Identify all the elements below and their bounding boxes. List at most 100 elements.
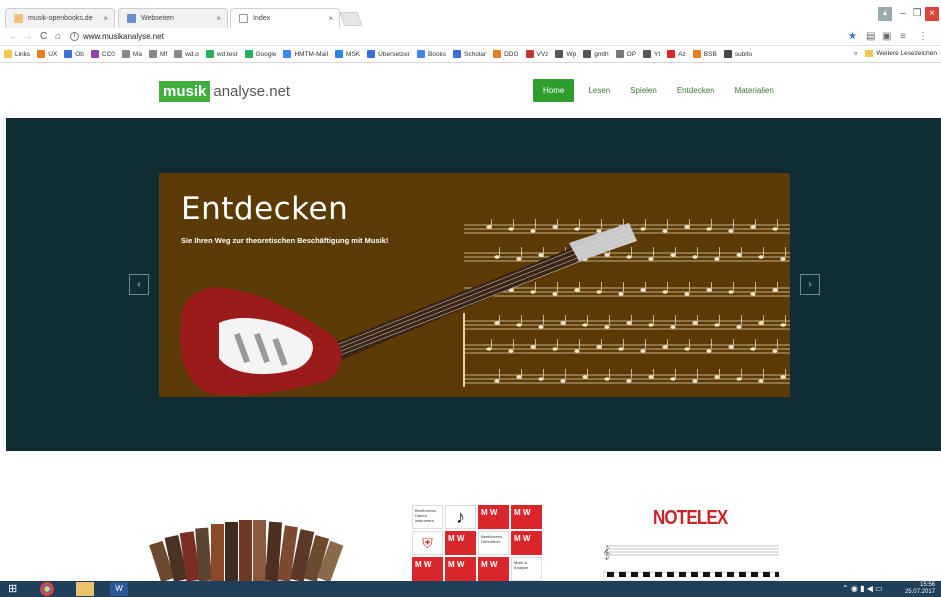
bookmarks-more-button[interactable]: » [854, 50, 858, 57]
close-icon[interactable]: × [103, 14, 108, 23]
bookmark-item[interactable]: Wp [555, 50, 576, 58]
site-favicon-icon [14, 14, 23, 23]
tile-text[interactable]: Motiv & Analyse [511, 557, 542, 581]
carousel-prev-button[interactable]: ‹ [129, 274, 149, 295]
user-icon[interactable]: ▲ [878, 7, 892, 21]
bookmark-star-icon[interactable]: ★ [848, 31, 857, 43]
bookmark-item[interactable]: Ma [121, 50, 142, 58]
materials-tiles[interactable]: Beethovens Hauen instrument ♪ M W M W ⛨ … [412, 505, 543, 581]
books-image[interactable] [145, 512, 355, 581]
word-icon[interactable]: W [110, 582, 128, 596]
tile-mw[interactable]: M W [412, 557, 443, 581]
bookmark-label: Google [255, 50, 277, 58]
bookmark-favicon-icon [555, 50, 564, 58]
bookmark-item[interactable]: Mf [148, 50, 167, 58]
bookmark-item[interactable]: CC0 [90, 50, 115, 58]
tile-text[interactable]: Beethovens Hauen instrument [412, 505, 443, 529]
bookmark-item[interactable]: Übersetzer [367, 50, 410, 58]
bookmark-favicon-icon [174, 50, 183, 58]
home-icon[interactable]: ⌂ [55, 30, 61, 44]
bookmark-item[interactable]: subito [723, 50, 752, 58]
tab-strip: musik-openbooks.de × Webseiten × Index ×… [0, 0, 941, 28]
extension-icon[interactable]: ≡ [900, 31, 906, 43]
bookmarks-right: » Weitere Lesezeichen [854, 50, 937, 57]
tile-mw[interactable]: M W [511, 505, 542, 529]
nav-materialien[interactable]: Materialien [735, 79, 774, 102]
bookmark-item[interactable]: Az [667, 50, 686, 58]
bookmark-item[interactable]: MSK [335, 50, 360, 58]
piano-icon[interactable]: ♪ [445, 505, 476, 529]
bookmark-item[interactable]: OP [615, 50, 636, 58]
bookmark-item[interactable]: Yt [643, 50, 660, 58]
bookmark-item[interactable]: BSB [692, 50, 717, 58]
other-bookmarks[interactable]: Weitere Lesezeichen [876, 50, 937, 57]
new-tab-button[interactable] [339, 12, 363, 26]
url-text: www.musikanalyse.net [83, 32, 164, 41]
carousel-next-button[interactable]: › [800, 274, 820, 295]
tile-mw[interactable]: M W [445, 531, 476, 555]
tile-mw[interactable]: M W [445, 557, 476, 581]
bookmark-item[interactable]: VVz [525, 50, 549, 58]
tile-mw[interactable]: M W [478, 557, 509, 581]
bookmark-favicon-icon [416, 50, 425, 58]
bookmark-item[interactable]: Scholar [453, 50, 486, 58]
bookmark-item[interactable]: UX [37, 50, 57, 58]
file-explorer-icon[interactable] [76, 582, 94, 596]
tile-mw[interactable]: M W [511, 531, 542, 555]
bookmark-item[interactable]: Books [416, 50, 446, 58]
bookmark-item[interactable]: DDG [493, 50, 519, 58]
info-icon[interactable]: i [70, 32, 79, 42]
bookmark-favicon-icon [667, 50, 676, 58]
reload-icon[interactable]: C [40, 30, 47, 44]
system-tray-icons[interactable]: ⌃ ◉ ▮ ◀ ▭ [842, 582, 902, 596]
tile-label: M W [415, 560, 432, 569]
forward-arrow-icon[interactable]: → [23, 30, 33, 44]
url-bar[interactable]: i www.musikanalyse.net [70, 30, 830, 44]
windows-start-icon[interactable]: ⊞ [8, 582, 26, 596]
extension-icon[interactable]: ▤ [866, 31, 875, 43]
site-favicon-icon [127, 14, 136, 23]
close-icon[interactable]: × [216, 14, 221, 23]
close-icon[interactable]: × [328, 14, 333, 23]
bookmark-favicon-icon [367, 50, 376, 58]
guitar-body [180, 287, 342, 396]
nav-spielen[interactable]: Spielen [630, 79, 657, 102]
bookmark-label: HMTM-Mail [294, 50, 329, 58]
bookmark-item[interactable]: wd.o [174, 50, 199, 58]
tab-webseiten[interactable]: Webseiten × [118, 8, 228, 28]
nav-entdecken[interactable]: Entdecken [677, 79, 715, 102]
bookmark-item[interactable]: Ob [64, 50, 84, 58]
page-icon [239, 14, 248, 23]
bookmark-label: wd.o [185, 50, 199, 58]
tile-mw[interactable]: M W [478, 505, 509, 529]
site-logo[interactable]: musik analyse.net [159, 81, 290, 102]
bookmark-favicon-icon [692, 50, 701, 58]
bookmark-item[interactable]: gmth [583, 50, 609, 58]
bookmark-label: Ob [75, 50, 84, 58]
bookmark-favicon-icon [205, 50, 214, 58]
bookmark-label: VVz [536, 50, 549, 58]
tile-text[interactable]: Beethovens Geburtsort [478, 531, 509, 555]
slide-subtitle: Sie Ihren Weg zur theoretischen Beschäft… [181, 236, 389, 245]
bookmark-label: Wp [566, 50, 577, 58]
chrome-icon[interactable] [40, 582, 54, 596]
notelex-logo[interactable]: NOTELEX [653, 507, 728, 530]
nav-lesen[interactable]: Lesen [588, 79, 610, 102]
crest-icon[interactable]: ⛨ [412, 531, 443, 555]
tab-musik-openbooks[interactable]: musik-openbooks.de × [5, 8, 115, 28]
restore-button[interactable]: ❐ [910, 7, 924, 21]
bookmark-favicon-icon [583, 50, 592, 58]
clock[interactable]: 15:56 25.07.2017 [905, 582, 935, 596]
minimize-button[interactable]: – [896, 7, 910, 21]
window-close-button[interactable]: × [925, 7, 939, 21]
tab-index[interactable]: Index × [230, 8, 340, 28]
nav-home[interactable]: Home [533, 79, 575, 102]
bookmark-item[interactable]: HMTM-Mail [283, 50, 328, 58]
extension-icon[interactable]: ▣ [882, 31, 891, 43]
back-arrow-icon[interactable]: ← [9, 30, 19, 44]
menu-icon[interactable]: ⋮ [918, 31, 928, 43]
bookmark-item[interactable]: Google [244, 50, 277, 58]
bookmark-item[interactable]: wd.test [205, 50, 238, 58]
carousel-slide[interactable]: Entdecken Sie Ihren Weg zur theoretische… [159, 173, 790, 397]
bookmark-item[interactable]: Links [4, 50, 30, 58]
